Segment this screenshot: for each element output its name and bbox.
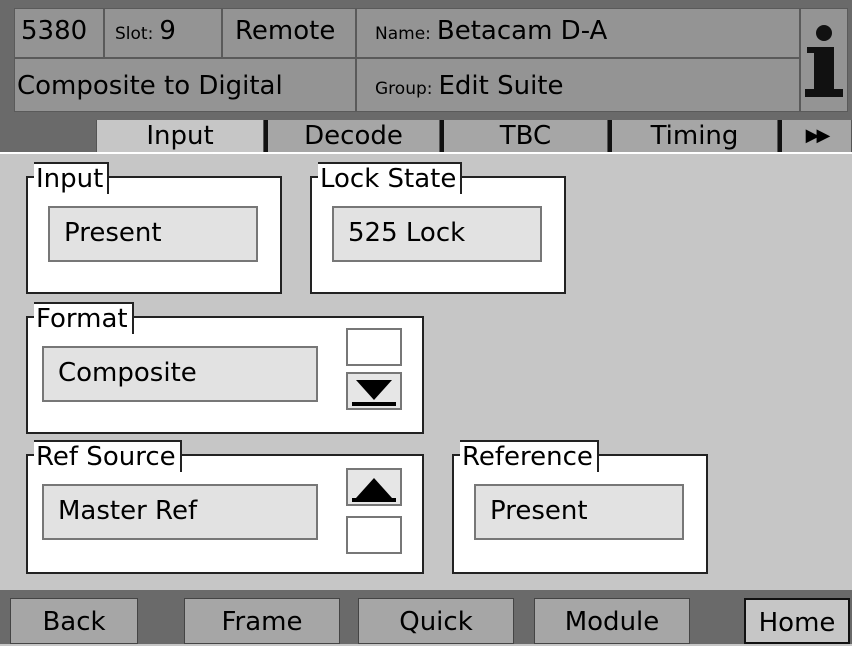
content-area: Input Present Lock State 525 Lock Format… xyxy=(0,152,852,590)
format-group: Format Composite xyxy=(26,302,424,434)
module-button[interactable]: Module xyxy=(534,598,690,644)
tab-bar: Input Decode TBC Timing ▶▶ xyxy=(0,118,852,152)
tab-input[interactable]: Input xyxy=(96,120,264,152)
tab-decode[interactable]: Decode xyxy=(264,120,440,152)
slot-cell: Slot: 9 xyxy=(104,8,222,58)
slot-label: Slot: xyxy=(115,24,154,44)
name-cell: Name: Betacam D-A xyxy=(356,8,800,58)
module-number-cell: 5380 xyxy=(14,8,104,58)
format-label: Format xyxy=(34,302,134,334)
quick-button[interactable]: Quick xyxy=(358,598,514,644)
group-value: Edit Suite xyxy=(438,71,564,101)
lock-state-label: Lock State xyxy=(318,162,463,194)
footer-bar: Back Frame Quick Module Home xyxy=(0,590,852,644)
module-type-cell: Composite to Digital xyxy=(14,58,356,112)
module-type: Composite to Digital xyxy=(17,71,283,101)
name-label: Name: xyxy=(375,24,431,44)
group-label: Group: xyxy=(375,79,433,99)
tab-timing[interactable]: Timing xyxy=(608,120,778,152)
ref-source-group: Ref Source Master Ref xyxy=(26,440,424,574)
tab-tbc[interactable]: TBC xyxy=(440,120,608,152)
lock-state-group: Lock State 525 Lock xyxy=(310,162,566,294)
name-value: Betacam D-A xyxy=(436,16,608,46)
module-number: 5380 xyxy=(21,16,88,46)
up-arrow-icon xyxy=(356,478,392,498)
format-down-button[interactable] xyxy=(346,372,402,410)
frame-button[interactable]: Frame xyxy=(184,598,340,644)
ref-source-up-button[interactable] xyxy=(346,468,402,506)
reference-label: Reference xyxy=(460,440,599,472)
reference-group: Reference Present xyxy=(452,440,708,574)
home-button[interactable]: Home xyxy=(744,598,850,644)
input-group: Input Present xyxy=(26,162,282,294)
group-cell: Group: Edit Suite xyxy=(356,58,800,112)
ref-source-label: Ref Source xyxy=(34,440,182,472)
ref-source-select-value[interactable]: Master Ref xyxy=(42,484,318,540)
input-group-label: Input xyxy=(34,162,110,194)
input-status-value: Present xyxy=(48,206,258,262)
info-icon[interactable] xyxy=(800,8,848,112)
format-select-value[interactable]: Composite xyxy=(42,346,318,402)
reference-status-value: Present xyxy=(474,484,684,540)
header-bar: 5380 Slot: 9 Remote Name: Betacam D-A Comp… xyxy=(0,0,852,118)
back-button[interactable]: Back xyxy=(10,598,138,644)
ref-source-blank-button xyxy=(346,516,402,554)
mode-cell: Remote xyxy=(222,8,356,58)
more-tabs-button[interactable]: ▶▶ xyxy=(778,120,852,152)
slot-value: 9 xyxy=(159,16,176,46)
mode-status: Remote xyxy=(235,16,336,46)
lock-state-value: 525 Lock xyxy=(332,206,542,262)
format-blank-button xyxy=(346,328,402,366)
down-arrow-icon xyxy=(356,380,392,400)
